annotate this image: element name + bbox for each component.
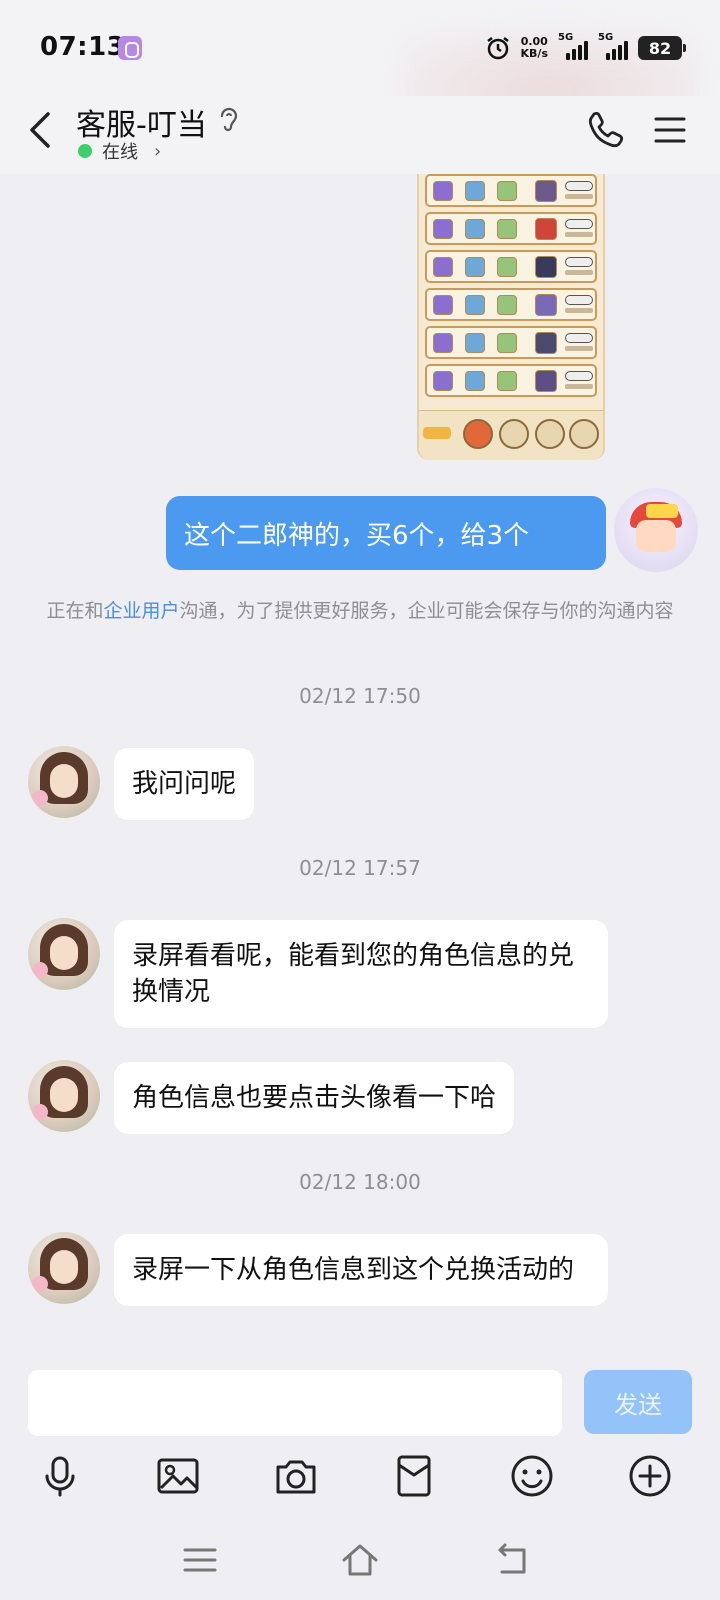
self-avatar[interactable] — [614, 488, 698, 572]
game-row — [425, 364, 597, 397]
online-dot — [78, 144, 92, 158]
enterprise-user-link[interactable]: 企业用户 — [103, 600, 179, 622]
game-tab-bar — [419, 410, 603, 460]
game-row — [425, 326, 597, 359]
game-row — [425, 288, 597, 321]
game-row — [425, 250, 597, 283]
game-row — [425, 174, 597, 207]
incoming-message[interactable]: 录屏看看呢，能看到您的角色信息的兑换情况 — [114, 920, 608, 1028]
incoming-message[interactable]: 角色信息也要点击头像看一下哈 — [114, 1062, 515, 1134]
chevron-left-icon — [30, 112, 50, 148]
alarm-icon — [485, 35, 511, 61]
microphone-icon[interactable] — [36, 1452, 84, 1500]
emoji-icon[interactable] — [508, 1452, 556, 1500]
phone-icon — [588, 111, 624, 148]
incoming-message[interactable]: 我问问呢 — [114, 748, 255, 820]
image-icon[interactable] — [154, 1452, 202, 1500]
timestamp: 02/12 17:57 — [299, 856, 421, 880]
agent-avatar[interactable] — [28, 918, 100, 990]
message-input[interactable] — [28, 1370, 562, 1436]
battery-level: 82 — [648, 38, 672, 58]
call-button[interactable] — [584, 108, 628, 152]
presence-status[interactable]: 在线 › — [78, 138, 161, 164]
battery-icon: 82 — [638, 36, 686, 60]
shared-game-screenshot[interactable] — [417, 174, 605, 460]
privacy-notice: 正在和企业用户沟通，为了提供更好服务，企业可能会保存与你的沟通内容 — [30, 596, 690, 626]
presence-label: 在线 — [102, 142, 138, 163]
back-nav-button[interactable] — [492, 1540, 532, 1580]
ear-icon — [218, 106, 240, 138]
status-bar: 07:13 0.00 KB/s 5G 5G 82 — [0, 0, 720, 150]
notice-text-after: 沟通，为了提供更好服务，企业可能会保存与你的沟通内容 — [179, 600, 674, 622]
signal-icon-1: 5G — [558, 32, 588, 60]
chevron-right-icon: › — [154, 140, 162, 162]
message-list[interactable]: 这个二郎神的，买6个，给3个 正在和企业用户沟通，为了提供更好服务，企业可能会保… — [0, 174, 720, 1358]
notice-text-before: 正在和 — [46, 600, 104, 622]
system-nav-bar — [0, 1520, 720, 1600]
composer-toolbar — [0, 1440, 720, 1520]
signal-2-label: 5G — [598, 32, 614, 43]
net-speed: 0.00 KB/s — [521, 36, 548, 60]
signal-icon-2: 5G — [598, 32, 628, 60]
status-time: 07:13 — [40, 32, 126, 62]
agent-avatar[interactable] — [28, 1060, 100, 1132]
menu-button[interactable] — [648, 108, 692, 152]
agent-avatar[interactable] — [28, 746, 100, 818]
status-indicators: 0.00 KB/s 5G 5G 82 — [485, 32, 686, 64]
recent-apps-button[interactable] — [180, 1540, 220, 1580]
back-button[interactable] — [22, 106, 62, 152]
outgoing-message[interactable]: 这个二郎神的，买6个，给3个 — [166, 496, 606, 570]
app-notification-icon — [118, 36, 142, 60]
incoming-message[interactable]: 录屏一下从角色信息到这个兑换活动的 — [114, 1234, 608, 1306]
net-speed-unit: KB/s — [520, 47, 548, 60]
hamburger-icon — [654, 117, 686, 143]
red-packet-icon[interactable] — [390, 1452, 438, 1500]
camera-icon[interactable] — [272, 1452, 320, 1500]
timestamp: 02/12 17:50 — [299, 684, 421, 708]
agent-avatar[interactable] — [28, 1232, 100, 1304]
plus-icon[interactable] — [626, 1452, 674, 1500]
game-row — [425, 212, 597, 245]
composer: 发送 — [0, 1358, 720, 1436]
signal-1-label: 5G — [558, 32, 574, 43]
home-button[interactable] — [340, 1540, 380, 1580]
send-button[interactable]: 发送 — [584, 1370, 692, 1434]
chat-screen: 07:13 0.00 KB/s 5G 5G 82 客服-叮当 在线 › 这个二郎… — [0, 0, 720, 1600]
chat-header: 客服-叮当 在线 › — [0, 96, 720, 174]
timestamp: 02/12 18:00 — [299, 1170, 421, 1194]
